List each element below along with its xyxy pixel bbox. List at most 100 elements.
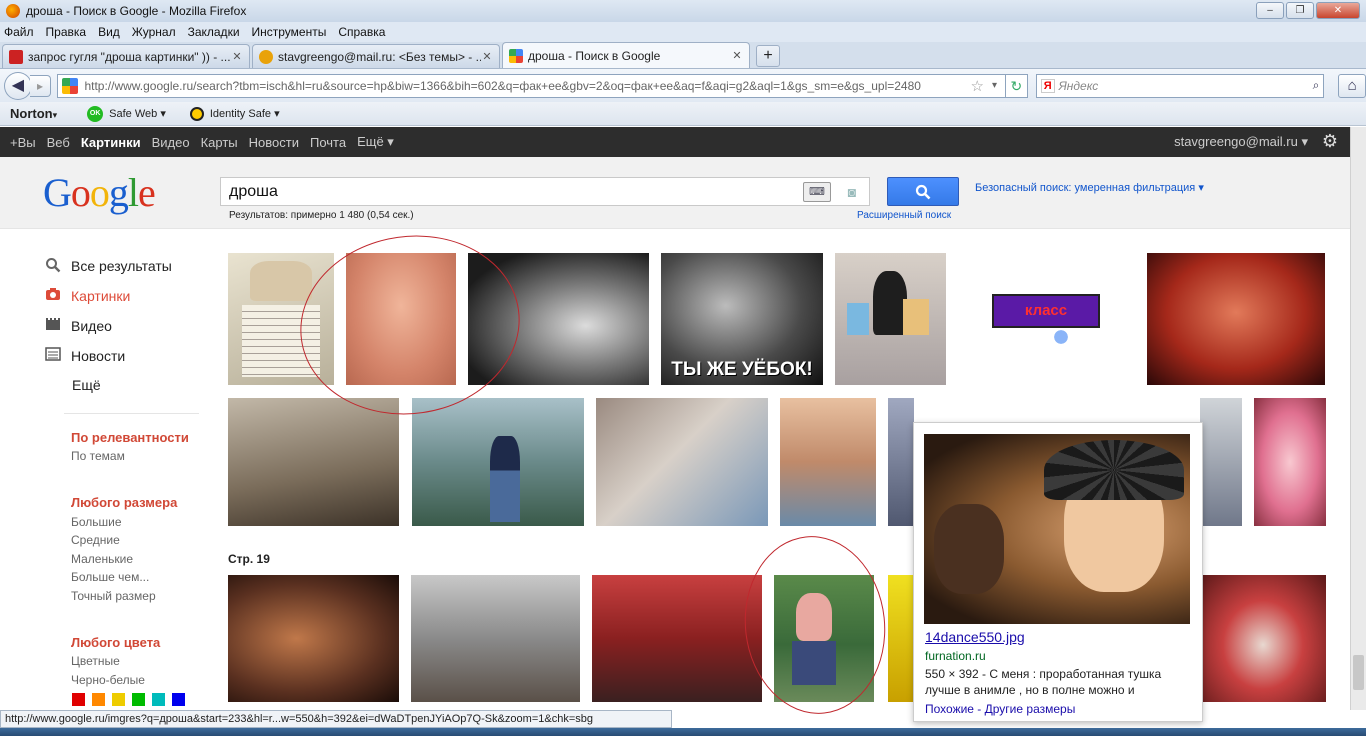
page-label: Стр. 19 bbox=[228, 552, 270, 566]
color-swatch-blue[interactable] bbox=[172, 693, 185, 706]
image-result[interactable] bbox=[1200, 398, 1242, 526]
gbar-plus[interactable]: +Вы bbox=[10, 135, 36, 150]
url-dropdown-icon[interactable]: ▾ bbox=[992, 80, 997, 91]
image-result[interactable] bbox=[592, 575, 762, 702]
url-bar[interactable]: http://www.google.ru/search?tbm=isch&hl=… bbox=[57, 73, 1006, 98]
hover-card-image[interactable] bbox=[924, 434, 1190, 624]
safesearch-dropdown[interactable]: Безопасный поиск: умеренная фильтрация ▾ bbox=[975, 181, 1204, 194]
status-bar: http://www.google.ru/imgres?q=дроша&star… bbox=[0, 710, 672, 728]
size-option[interactable]: Большие bbox=[71, 515, 122, 529]
identity-safe-button[interactable]: Identity Safe ▾ bbox=[189, 106, 280, 121]
maximize-button[interactable]: ❐ bbox=[1286, 2, 1314, 19]
tab-google-search[interactable]: дроша - Поиск в Google ✕ bbox=[502, 42, 750, 68]
gbar-maps[interactable]: Карты bbox=[201, 135, 238, 150]
sidebar-item-video[interactable]: Видео bbox=[44, 317, 112, 335]
image-result[interactable] bbox=[1200, 575, 1326, 702]
menu-help[interactable]: Справка bbox=[338, 25, 385, 39]
home-button[interactable]: ⌂ bbox=[1338, 73, 1366, 98]
close-button[interactable]: ✕ bbox=[1316, 2, 1360, 19]
size-option[interactable]: Точный размер bbox=[71, 589, 156, 603]
gbar-images[interactable]: Картинки bbox=[81, 135, 141, 150]
search-button[interactable] bbox=[887, 177, 959, 206]
norton-logo[interactable]: Norton▾ bbox=[10, 106, 57, 121]
size-option[interactable]: Больше чем... bbox=[71, 570, 149, 584]
image-result[interactable]: класс bbox=[992, 294, 1100, 328]
hover-card-title[interactable]: 14dance550.jpg bbox=[925, 629, 1025, 645]
tab-google-query[interactable]: запрос гугля "дроша картинки" )) - ... ✕ bbox=[2, 44, 250, 68]
color-swatch-green[interactable] bbox=[132, 693, 145, 706]
forward-button[interactable]: ▸ bbox=[29, 74, 52, 97]
tab-close-icon[interactable]: ✕ bbox=[231, 50, 243, 63]
sidebar-item-more[interactable]: Ещё bbox=[72, 377, 101, 393]
image-result[interactable]: ТЫ ЖЕ УЁБОК! bbox=[661, 253, 823, 385]
norton-toolbar: Norton▾ OK Safe Web ▾ Identity Safe ▾ bbox=[0, 102, 1366, 126]
size-heading[interactable]: Любого размера bbox=[71, 495, 177, 510]
sort-heading[interactable]: По релевантности bbox=[71, 430, 189, 445]
image-result[interactable] bbox=[780, 398, 876, 526]
image-result[interactable] bbox=[888, 575, 914, 702]
menu-file[interactable]: Файл bbox=[4, 25, 34, 39]
image-result[interactable] bbox=[228, 575, 399, 702]
sort-option[interactable]: По темам bbox=[71, 449, 125, 463]
gear-icon[interactable]: ⚙ bbox=[1322, 131, 1338, 152]
yandex-icon[interactable]: Я bbox=[1040, 78, 1055, 93]
browser-search-placeholder[interactable]: Яндекс bbox=[1059, 79, 1313, 93]
image-hover-card[interactable]: 14dance550.jpg furnation.ru 550 × 392 - … bbox=[913, 422, 1203, 722]
scrollbar-thumb[interactable] bbox=[1353, 655, 1364, 690]
image-result[interactable] bbox=[411, 575, 580, 702]
google-logo[interactable]: Google bbox=[43, 169, 156, 216]
page-scrollbar[interactable] bbox=[1350, 127, 1366, 710]
menu-bookmarks[interactable]: Закладки bbox=[188, 25, 240, 39]
keyboard-icon[interactable]: ⌨ bbox=[803, 181, 831, 202]
search-icon[interactable]: ⌕ bbox=[1313, 78, 1320, 93]
gbar-mail[interactable]: Почта bbox=[310, 135, 346, 150]
image-result[interactable] bbox=[1254, 398, 1326, 526]
result-stats: Результатов: примерно 1 480 (0,54 сек.) bbox=[229, 210, 414, 221]
menu-view[interactable]: Вид bbox=[98, 25, 120, 39]
color-swatch-teal[interactable] bbox=[152, 693, 165, 706]
image-result[interactable] bbox=[835, 253, 946, 385]
gbar-web[interactable]: Веб bbox=[47, 135, 70, 150]
new-tab-button[interactable]: + bbox=[756, 45, 780, 67]
back-button[interactable]: ◀ bbox=[4, 71, 32, 100]
image-result[interactable] bbox=[412, 398, 584, 526]
window-titlebar: дроша - Поиск в Google - Mozilla Firefox… bbox=[0, 0, 1366, 22]
size-option[interactable]: Маленькие bbox=[71, 552, 133, 566]
size-option[interactable]: Средние bbox=[71, 533, 120, 547]
tab-close-icon[interactable]: ✕ bbox=[731, 49, 743, 62]
tab-close-icon[interactable]: ✕ bbox=[481, 50, 493, 63]
image-result[interactable] bbox=[596, 398, 768, 526]
color-option[interactable]: Цветные bbox=[71, 654, 120, 668]
image-result[interactable] bbox=[1147, 253, 1325, 385]
search-input[interactable]: дроша ⌨ ◙ bbox=[220, 177, 870, 206]
tab-mail[interactable]: stavgreengo@mail.ru: <Без темы> - ... ✕ bbox=[252, 44, 500, 68]
reload-button[interactable]: ↻ bbox=[1005, 73, 1028, 98]
sidebar-item-images[interactable]: Картинки bbox=[44, 287, 130, 305]
color-swatch-orange[interactable] bbox=[92, 693, 105, 706]
image-result[interactable] bbox=[228, 398, 399, 526]
sidebar-item-all[interactable]: Все результаты bbox=[44, 257, 172, 275]
gbar-video[interactable]: Видео bbox=[152, 135, 190, 150]
minimize-button[interactable]: – bbox=[1256, 2, 1284, 19]
camera-icon[interactable]: ◙ bbox=[841, 184, 863, 200]
menu-tools[interactable]: Инструменты bbox=[252, 25, 327, 39]
hover-card-links[interactable]: Похожие - Другие размеры bbox=[925, 702, 1075, 716]
url-text[interactable]: http://www.google.ru/search?tbm=isch&hl=… bbox=[84, 79, 966, 93]
search-query[interactable]: дроша bbox=[229, 183, 803, 201]
account-menu[interactable]: stavgreengo@mail.ru ▾ bbox=[1174, 134, 1308, 150]
color-swatch-yellow[interactable] bbox=[112, 693, 125, 706]
image-result[interactable] bbox=[888, 398, 914, 526]
color-option[interactable]: Черно-белые bbox=[71, 673, 145, 687]
menu-edit[interactable]: Правка bbox=[46, 25, 87, 39]
gbar-news[interactable]: Новости bbox=[249, 135, 299, 150]
gbar-more[interactable]: Ещё ▾ bbox=[357, 134, 394, 150]
color-heading[interactable]: Любого цвета bbox=[71, 635, 160, 650]
advanced-search-link[interactable]: Расширенный поиск bbox=[857, 210, 951, 221]
sidebar-item-news[interactable]: Новости bbox=[44, 347, 125, 365]
menu-history[interactable]: Журнал bbox=[132, 25, 176, 39]
tab-favicon-icon bbox=[509, 48, 523, 63]
browser-search-box[interactable]: Я Яндекс ⌕ bbox=[1035, 73, 1325, 98]
color-swatch-red[interactable] bbox=[72, 693, 85, 706]
safe-web-button[interactable]: OK Safe Web ▾ bbox=[87, 105, 166, 122]
bookmark-star-icon[interactable]: ☆ bbox=[970, 77, 983, 95]
